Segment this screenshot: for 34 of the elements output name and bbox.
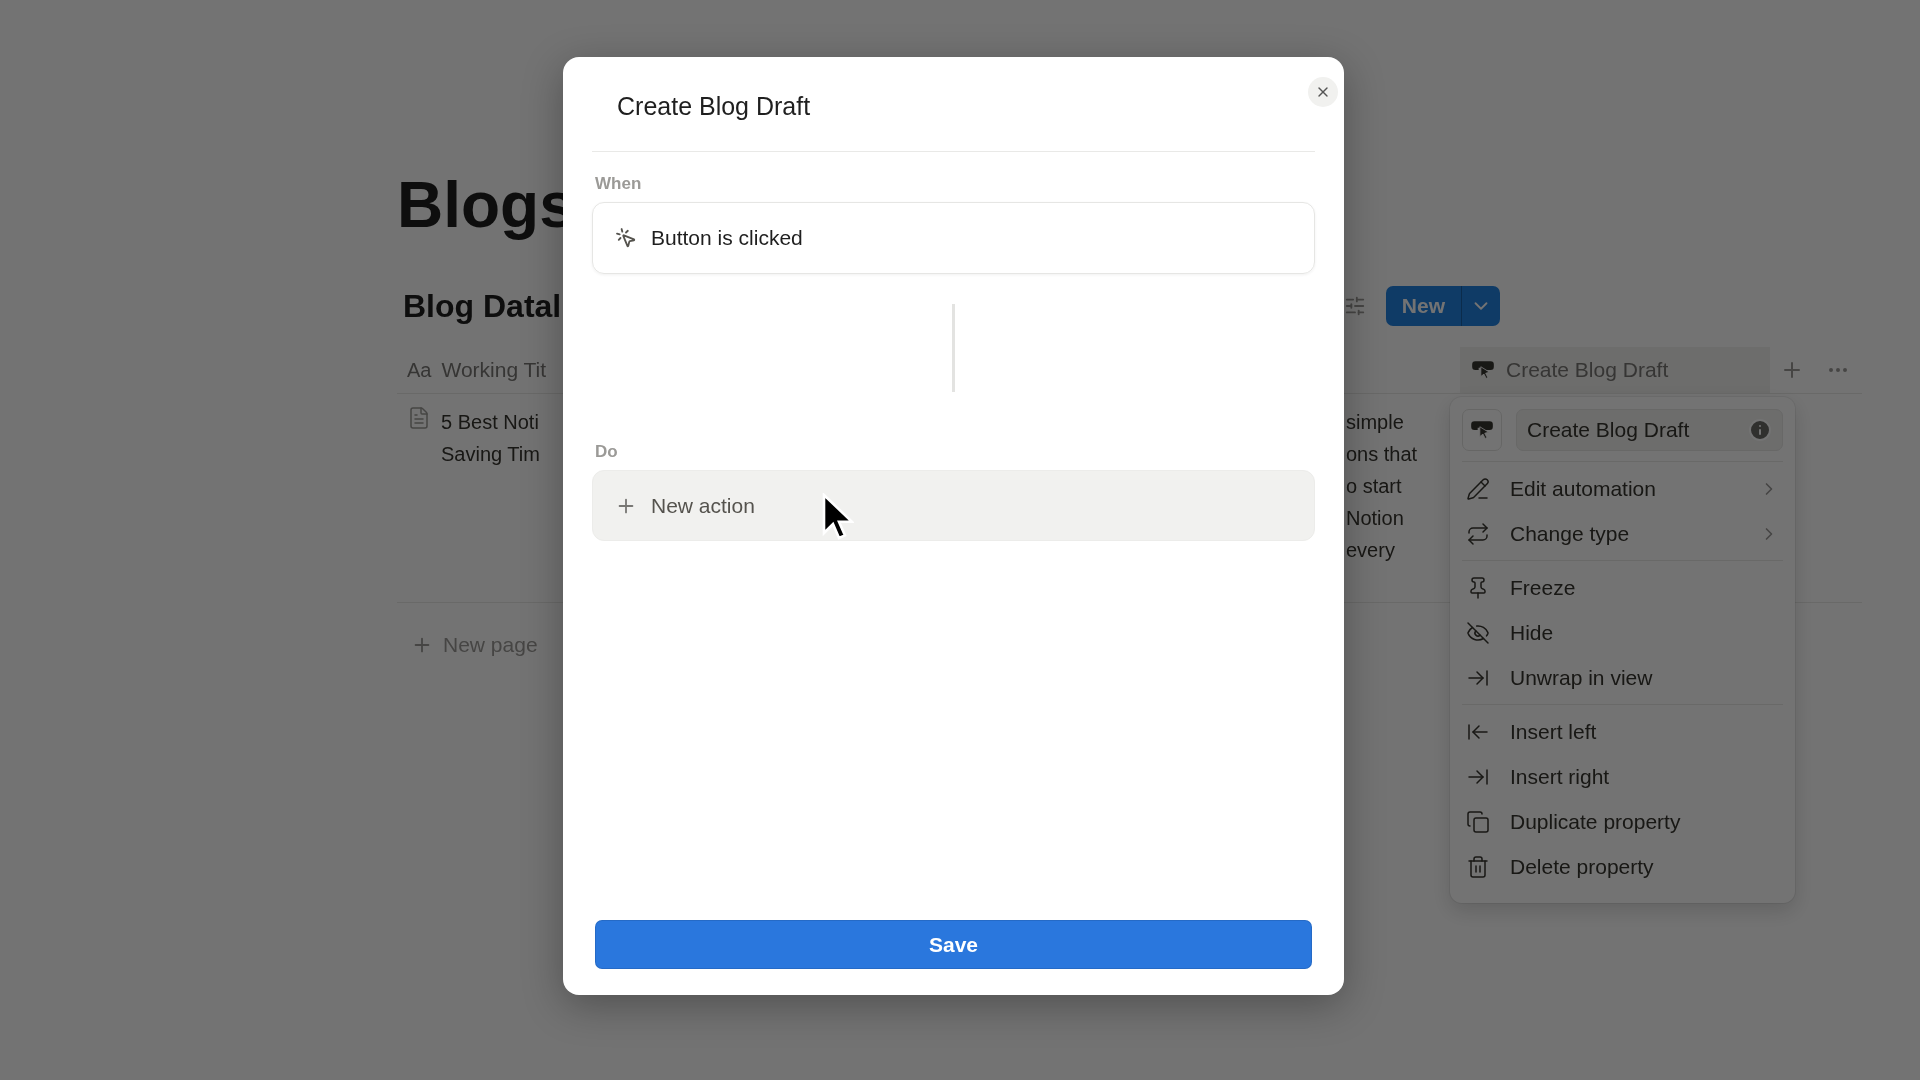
trash-icon — [1466, 854, 1490, 879]
page-icon — [407, 406, 431, 430]
save-button[interactable]: Save — [595, 920, 1312, 969]
pencil-icon — [1466, 476, 1490, 501]
menu-item[interactable]: Insert left — [1462, 709, 1783, 754]
icon-picker[interactable] — [1462, 409, 1502, 451]
section-label: Do — [595, 442, 619, 462]
menu-item[interactable]: Insert right — [1462, 754, 1783, 799]
menu-item[interactable]: Duplicate property — [1462, 799, 1783, 844]
menu-item[interactable]: Edit automation — [1462, 466, 1783, 511]
dialog-title: Create Blog Draft — [617, 90, 811, 121]
eye-off-icon — [1466, 620, 1490, 645]
menu-item[interactable]: Hide — [1462, 610, 1783, 655]
new-action-button[interactable]: New action — [592, 470, 1315, 541]
database-title: Blog Datal — [403, 287, 562, 325]
menu-item[interactable]: Delete property — [1462, 844, 1783, 889]
info-icon[interactable] — [1748, 418, 1772, 442]
text-type-icon: Aa — [407, 358, 432, 382]
trigger-card[interactable]: Button is clicked — [592, 202, 1315, 274]
menu-item[interactable]: Unwrap in view — [1462, 655, 1783, 700]
page-title: Blogs — [397, 168, 575, 243]
copy-icon — [1466, 809, 1490, 834]
menu-item[interactable]: Freeze — [1462, 565, 1783, 610]
menu-item[interactable]: Change type — [1462, 511, 1783, 556]
row-title[interactable]: 5 Best Noti Saving Tim — [441, 406, 540, 590]
settings-icon[interactable] — [1343, 295, 1366, 317]
column-header[interactable]: Create Blog Draft — [1460, 347, 1770, 393]
click-icon — [615, 227, 637, 249]
table-cell-text: simple ons that o start Notion every — [1346, 410, 1418, 563]
property-name-field[interactable]: Create Blog Draft — [1516, 409, 1783, 451]
section-label: When — [595, 174, 643, 194]
swap-arrows-icon — [1466, 521, 1490, 546]
close-button[interactable] — [1308, 77, 1338, 107]
mouse-cursor-icon — [822, 493, 854, 541]
